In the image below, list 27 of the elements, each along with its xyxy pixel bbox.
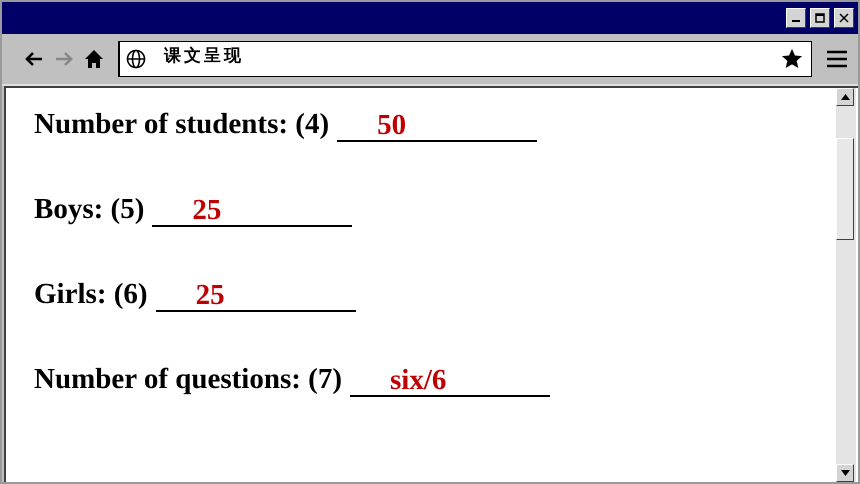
maximize-button[interactable] — [810, 8, 830, 28]
up-triangle-icon — [840, 94, 850, 100]
menu-icon[interactable] — [826, 49, 848, 69]
address-bar[interactable]: 课文呈现 — [118, 41, 812, 77]
answer-text: six/6 — [390, 364, 446, 397]
down-triangle-icon — [840, 470, 850, 476]
star-icon[interactable] — [781, 48, 803, 70]
answer-text: 50 — [377, 109, 406, 142]
question-label: Girls: (6) — [34, 278, 148, 311]
close-icon — [839, 13, 849, 23]
scroll-thumb[interactable] — [836, 138, 854, 240]
question-label: Boys: (5) — [34, 193, 144, 226]
scrollbar[interactable] — [836, 88, 856, 482]
back-arrow-icon[interactable] — [24, 51, 44, 67]
question-label: Number of students: (4) — [34, 108, 330, 141]
minimize-button[interactable] — [786, 8, 806, 28]
answer-text: 25 — [196, 279, 225, 312]
scroll-up-button[interactable] — [836, 88, 854, 106]
address-text: 课文呈现 — [164, 44, 245, 66]
maximize-icon — [815, 13, 825, 23]
globe-icon — [126, 49, 146, 69]
close-button[interactable] — [834, 8, 854, 28]
scroll-down-button[interactable] — [836, 464, 854, 482]
question-label: Number of questions: (7) — [34, 363, 342, 396]
minimize-icon — [792, 20, 800, 22]
home-icon[interactable] — [84, 49, 104, 69]
answer-text: 25 — [192, 194, 222, 227]
